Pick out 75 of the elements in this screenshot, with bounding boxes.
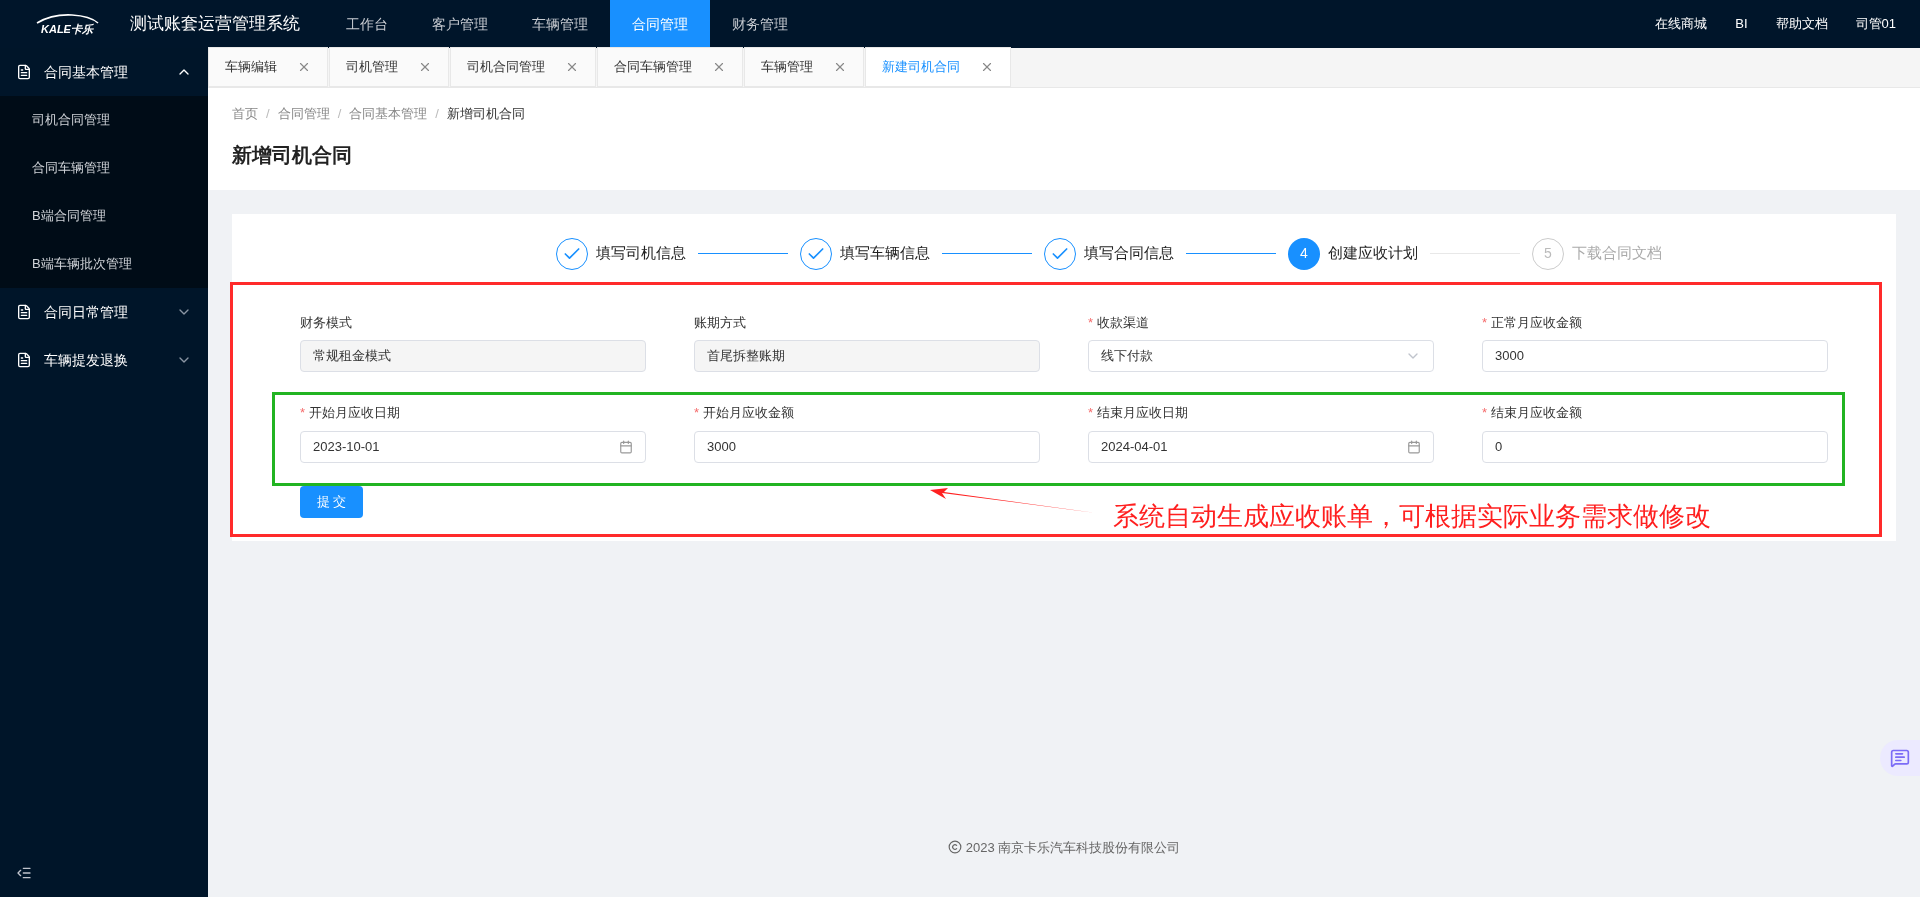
required-asterisk: * [300,404,306,422]
input-field[interactable]: 0 [1482,430,1828,463]
page-tab[interactable]: 车辆编辑 [208,47,328,87]
breadcrumb-separator: / [337,105,342,123]
logo: KALE卡乐 [0,13,118,35]
field-label: 账期方式 [694,313,746,332]
annotation-text: 系统自动生成应收账单，可根据实际业务需求做修改 [1113,499,1711,533]
sidebar-group[interactable]: 车辆提发退换 [0,336,208,384]
sidebar-item[interactable]: 司机合同管理 [0,96,208,144]
page-tab[interactable]: 合同车辆管理 [597,47,743,87]
document-icon [16,304,32,320]
field-label: 正常月应收金额 [1491,313,1583,332]
close-icon[interactable] [712,60,726,74]
date-field[interactable]: 2023-10-01 [300,430,646,463]
nav-item[interactable]: 车辆管理 [510,0,610,48]
sidebar-item[interactable]: B端合同管理 [0,192,208,240]
close-icon[interactable] [833,60,847,74]
required-asterisk: * [1088,404,1094,422]
step-label: 创建应收计划 [1328,243,1418,264]
collapse-menu-icon[interactable] [16,865,32,881]
nav-item[interactable]: 客户管理 [410,0,510,48]
required-asterisk: * [1088,313,1094,332]
field-label: 开始月应收日期 [309,404,401,422]
field-label: 开始月应收金额 [703,404,795,422]
input-field[interactable]: 3000 [694,430,1040,463]
input-field[interactable]: 3000 [1482,340,1828,372]
footer-text: 2023 南京卡乐汽车科技股份有限公司 [965,838,1181,857]
breadcrumb-link[interactable]: 新增司机合同 [446,104,525,124]
top-link[interactable]: 在线商城 [1655,14,1708,34]
page-title: 新增司机合同 [232,142,353,168]
field-label: 收款渠道 [1097,313,1150,332]
step-label: 下载合同文档 [1572,243,1662,264]
close-icon[interactable] [418,60,432,74]
top-link[interactable]: 司管01 [1855,14,1896,34]
required-asterisk: * [1482,313,1488,332]
page-tab[interactable]: 司机合同管理 [450,47,596,87]
nav-item[interactable]: 财务管理 [710,0,810,48]
sidebar-group[interactable]: 合同基本管理 [0,48,208,96]
copyright-icon [947,840,962,855]
close-icon[interactable] [565,60,579,74]
field-label: 结束月应收金额 [1491,404,1583,422]
sidebar-item[interactable]: B端车辆批次管理 [0,240,208,288]
step-label: 填写车辆信息 [840,243,930,264]
calendar-icon [619,439,633,454]
nav-item[interactable]: 工作台 [324,0,410,48]
breadcrumb-separator: / [266,105,270,123]
close-icon[interactable] [980,60,994,74]
document-icon [16,352,32,368]
required-asterisk: * [694,404,700,422]
document-icon [16,64,32,80]
chat-widget[interactable] [1880,740,1920,776]
input-field[interactable]: 常规租金模式 [300,340,646,372]
field-label: 财务模式 [300,313,352,332]
page-tab[interactable]: 车辆管理 [744,47,864,87]
step-marker: 4 [1288,237,1320,270]
field-label: 结束月应收日期 [1097,404,1189,422]
select-field[interactable]: 线下付款 [1088,340,1434,372]
breadcrumb-link[interactable]: 合同管理 [277,104,330,124]
calendar-icon [1407,439,1421,454]
chat-icon [1890,748,1910,768]
step-label: 填写合同信息 [1084,243,1174,264]
top-link[interactable]: 帮助文档 [1775,14,1828,34]
top-link[interactable]: BI [1735,14,1748,34]
page-tab[interactable]: 司机管理 [329,47,449,87]
app-title: 测试账套运营管理系统 [130,13,300,36]
breadcrumb-link[interactable]: 合同基本管理 [349,104,428,124]
breadcrumb-link[interactable]: 首页 [232,104,258,124]
sidebar-item[interactable]: 合同车辆管理 [0,144,208,192]
date-field[interactable]: 2024-04-01 [1088,430,1434,463]
breadcrumb-separator: / [435,105,439,123]
sidebar-group[interactable]: 合同日常管理 [0,288,208,336]
close-icon[interactable] [297,60,311,74]
required-asterisk: * [1482,404,1488,422]
step-label: 填写司机信息 [596,243,686,264]
input-field[interactable]: 首尾拆整账期 [694,340,1040,372]
